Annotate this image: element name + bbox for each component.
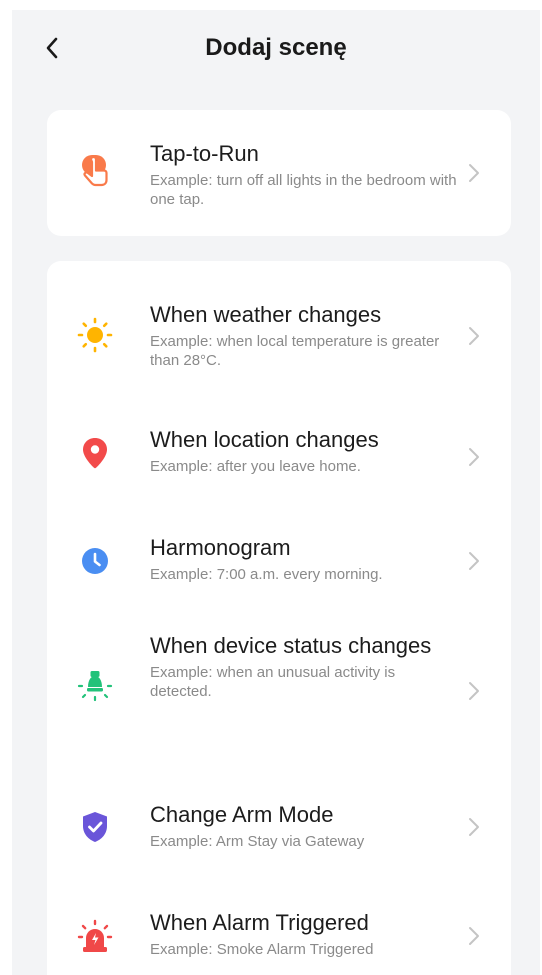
chevron-right-icon — [467, 445, 481, 469]
shield-check-icon — [77, 809, 113, 845]
list-item-alarm[interactable]: When Alarm Triggered Example: Smoke Alar… — [47, 879, 511, 975]
chevron-right-icon — [467, 815, 481, 839]
item-texts: Change Arm Mode Example: Arm Stay via Ga… — [150, 801, 460, 851]
item-description: Example: when an unusual activity is det… — [150, 664, 396, 700]
chevron-right-icon — [467, 924, 481, 948]
list-item-schedule[interactable]: Harmonogram Example: 7:00 a.m. every mor… — [47, 501, 511, 607]
alarm-siren-icon — [77, 919, 113, 955]
item-description: Example: when local temperature is great… — [150, 333, 440, 369]
page-title: Dodaj scenę — [205, 34, 347, 61]
item-texts: When weather changes Example: when local… — [150, 301, 460, 370]
item-description: Example: Arm Stay via Gateway — [150, 833, 365, 850]
chevron-right-icon — [467, 549, 481, 573]
chevron-right-icon — [467, 679, 481, 703]
list-item-arm-mode[interactable]: Change Arm Mode Example: Arm Stay via Ga… — [47, 771, 511, 875]
tap-to-run-item[interactable]: Tap-to-Run Example: turn off all lights … — [47, 110, 511, 236]
item-description: Example: after you leave home. — [150, 458, 361, 475]
tap-to-run-texts: Tap-to-Run Example: turn off all lights … — [150, 140, 460, 209]
hand-tap-icon — [77, 154, 113, 190]
list-item-device-status[interactable]: When device status changes Example: when… — [47, 617, 511, 767]
item-title: Change Arm Mode — [150, 802, 334, 827]
chevron-right-icon — [467, 324, 481, 348]
automation-conditions-card: When weather changes Example: when local… — [47, 261, 511, 975]
item-title: When device status changes — [150, 633, 432, 658]
screen: Dodaj scenę Tap-to-Run Example: turn off… — [12, 10, 540, 975]
list-item-location[interactable]: When location changes Example: after you… — [47, 389, 511, 495]
location-pin-icon — [77, 435, 113, 471]
item-title: When location changes — [150, 427, 379, 452]
chevron-right-icon — [467, 161, 481, 185]
sun-icon — [77, 317, 113, 353]
item-title: When Alarm Triggered — [150, 910, 369, 935]
item-texts: When location changes Example: after you… — [150, 426, 460, 476]
item-title: When weather changes — [150, 302, 382, 327]
item-texts: When Alarm Triggered Example: Smoke Alar… — [150, 909, 460, 959]
item-texts: Harmonogram Example: 7:00 a.m. every mor… — [150, 534, 460, 584]
item-texts: When device status changes Example: when… — [150, 632, 460, 701]
device-bulb-icon — [77, 667, 113, 703]
item-description: Example: turn off all lights in the bedr… — [150, 172, 457, 208]
list-item-weather[interactable]: When weather changes Example: when local… — [47, 273, 511, 379]
item-title: Tap-to-Run — [150, 141, 259, 166]
clock-icon — [77, 543, 113, 579]
item-title: Harmonogram — [150, 535, 291, 560]
header: Dodaj scenę — [12, 10, 540, 90]
tap-to-run-card: Tap-to-Run Example: turn off all lights … — [47, 110, 511, 236]
item-description: Example: 7:00 a.m. every morning. — [150, 566, 383, 583]
item-description: Example: Smoke Alarm Triggered — [150, 941, 374, 958]
